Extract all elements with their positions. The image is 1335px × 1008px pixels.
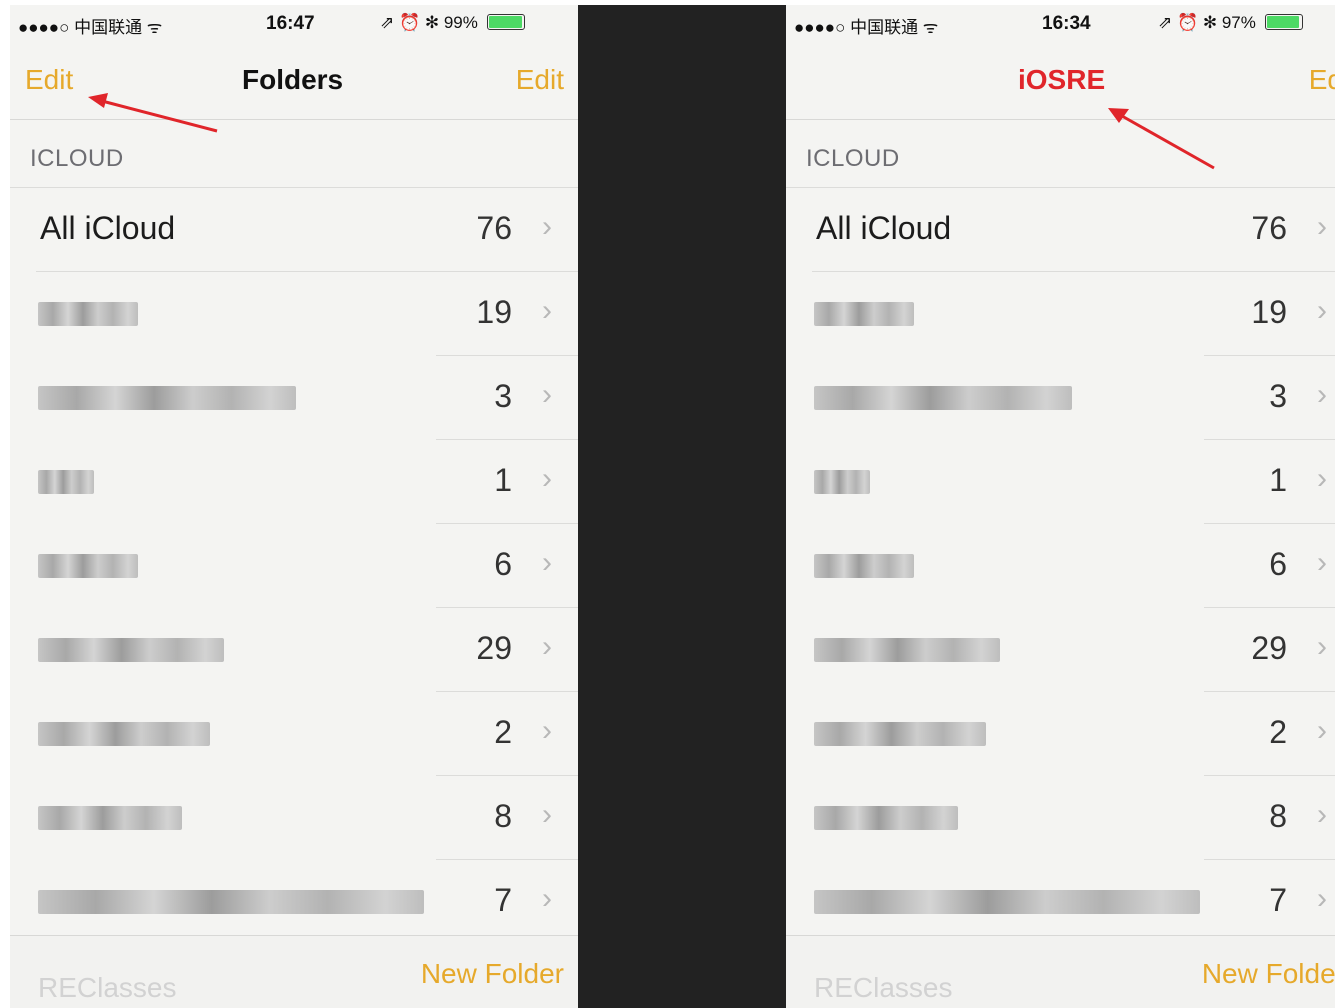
folder-row[interactable]: 6 › (786, 524, 1335, 608)
chevron-right-icon: › (1317, 798, 1327, 831)
chevron-right-icon: › (542, 630, 552, 663)
folder-row[interactable]: 3 › (786, 356, 1335, 440)
folder-row[interactable]: 29 › (10, 608, 578, 692)
center-divider (578, 5, 786, 1008)
folder-count: 6 (1269, 546, 1287, 582)
folder-row[interactable]: 7 › (786, 860, 1335, 944)
chevron-right-icon: › (542, 378, 552, 411)
annotation-arrow (88, 93, 218, 133)
chevron-right-icon: › (1317, 882, 1327, 915)
folder-count: 76 (476, 210, 512, 246)
folder-count: 2 (494, 714, 512, 750)
chevron-right-icon: › (542, 462, 552, 495)
chevron-right-icon: › (1317, 294, 1327, 327)
chevron-right-icon: › (1317, 210, 1327, 243)
blurred-folder-name (38, 806, 182, 830)
folder-count: 8 (494, 798, 512, 834)
blurred-folder-name (814, 554, 914, 578)
folder-label: All iCloud (40, 210, 176, 246)
folder-count: 7 (494, 882, 512, 918)
folder-row[interactable]: 2 › (786, 692, 1335, 776)
blurred-folder-name (814, 890, 1200, 914)
annotation-arrow (1108, 108, 1215, 170)
folder-count: 19 (1251, 294, 1287, 330)
chevron-right-icon: › (1317, 714, 1327, 747)
bottom-toolbar: REClasses New Folder (10, 935, 578, 1008)
folder-count: 29 (476, 630, 512, 666)
chevron-right-icon: › (1317, 462, 1327, 495)
blurred-folder-name (814, 470, 870, 494)
folder-count: 2 (1269, 714, 1287, 750)
folder-row[interactable]: 1 › (10, 440, 578, 524)
folder-row[interactable]: 8 › (786, 776, 1335, 860)
faded-folder-label: REClasses (814, 972, 953, 1003)
folder-count: 29 (1251, 630, 1287, 666)
blurred-folder-name (38, 470, 94, 494)
folder-row[interactable]: 3 › (10, 356, 578, 440)
folder-row[interactable]: 2 › (10, 692, 578, 776)
folder-count: 3 (494, 378, 512, 414)
folder-count: 6 (494, 546, 512, 582)
blurred-folder-name (38, 638, 224, 662)
folder-count: 7 (1269, 882, 1287, 918)
folder-row[interactable]: 1 › (786, 440, 1335, 524)
folder-count: 76 (1251, 210, 1287, 246)
chevron-right-icon: › (1317, 630, 1327, 663)
blurred-folder-name (38, 722, 210, 746)
left-screen: ●●●●○ 中国联通 ᯤ 16:47 ⇗ ⏰ ✻ 99% Edit Folder… (10, 5, 578, 1008)
folder-row[interactable]: 7 › (10, 860, 578, 944)
folder-count: 19 (476, 294, 512, 330)
bottom-toolbar: REClasses New Folder (786, 935, 1335, 1008)
chevron-right-icon: › (542, 294, 552, 327)
blurred-folder-name (38, 554, 138, 578)
chevron-right-icon: › (1317, 546, 1327, 579)
right-screen: ●●●●○ 中国联通 ᯤ 16:34 ⇗ ⏰ ✻ 97% iOSRE Edit … (786, 5, 1335, 1008)
folder-row[interactable]: 8 › (10, 776, 578, 860)
new-folder-button[interactable]: New Folder (421, 958, 564, 990)
folder-row[interactable]: 19 › (786, 272, 1335, 356)
chevron-right-icon: › (542, 210, 552, 243)
folder-count: 8 (1269, 798, 1287, 834)
folder-row[interactable]: 6 › (10, 524, 578, 608)
blurred-folder-name (814, 722, 986, 746)
blurred-folder-name (814, 302, 914, 326)
blurred-folder-name (814, 386, 1072, 410)
folder-row[interactable]: 19 › (10, 272, 578, 356)
folder-label: All iCloud (816, 210, 952, 246)
chevron-right-icon: › (542, 882, 552, 915)
folder-row[interactable]: 29 › (786, 608, 1335, 692)
chevron-right-icon: › (542, 714, 552, 747)
folder-count: 3 (1269, 378, 1287, 414)
folder-count: 1 (1269, 462, 1287, 498)
blurred-folder-name (38, 302, 138, 326)
blurred-folder-name (38, 386, 296, 410)
blurred-folder-name (38, 890, 424, 914)
folder-count: 1 (494, 462, 512, 498)
chevron-right-icon: › (542, 546, 552, 579)
faded-folder-label: REClasses (38, 972, 177, 1003)
blurred-folder-name (814, 806, 958, 830)
new-folder-button[interactable]: New Folder (1202, 958, 1335, 990)
blurred-folder-name (814, 638, 1000, 662)
chevron-right-icon: › (542, 798, 552, 831)
chevron-right-icon: › (1317, 378, 1327, 411)
